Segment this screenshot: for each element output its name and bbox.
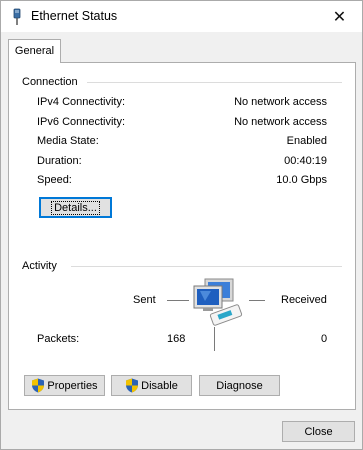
ipv6-value: No network access <box>234 116 327 128</box>
ipv6-label: IPv6 Connectivity: <box>37 116 126 128</box>
close-button-label: Close <box>304 425 333 438</box>
diagnose-button[interactable]: Diagnose <box>199 375 280 396</box>
duration-label: Duration: <box>37 155 82 167</box>
general-panel: Connection IPv4 Connectivity: No network… <box>8 62 356 410</box>
window-close-button[interactable]: ✕ <box>317 1 362 32</box>
window-title: Ethernet Status <box>31 9 118 23</box>
speed-label: Speed: <box>37 174 72 186</box>
details-button[interactable]: Details... <box>39 197 112 218</box>
received-line <box>249 300 265 301</box>
tab-general-label: General <box>14 45 55 57</box>
media-state-value: Enabled <box>286 135 327 147</box>
details-button-label: Details... <box>51 200 100 215</box>
network-adapter-icon <box>13 8 21 25</box>
duration-value: 00:40:19 <box>284 155 327 167</box>
ipv4-value: No network access <box>234 96 327 108</box>
connection-group-title: Connection <box>22 76 82 88</box>
received-label: Received <box>281 294 327 306</box>
ipv4-label: IPv4 Connectivity: <box>37 96 126 108</box>
disable-button-label: Disable <box>141 379 178 392</box>
network-computers-icon <box>193 278 243 326</box>
diagnose-button-label: Diagnose <box>216 379 263 392</box>
properties-button[interactable]: Properties <box>24 375 105 396</box>
uac-shield-icon <box>126 378 139 393</box>
title-bar: Ethernet Status ✕ <box>1 1 362 32</box>
media-state-label: Media State: <box>37 135 99 147</box>
properties-button-label: Properties <box>47 379 98 392</box>
speed-value: 10.0 Gbps <box>276 174 327 186</box>
activity-divider-vertical <box>214 327 215 351</box>
tab-general[interactable]: General <box>8 39 61 63</box>
sent-label: Sent <box>133 294 156 306</box>
connection-divider <box>87 82 342 83</box>
activity-group-title: Activity <box>22 260 61 272</box>
activity-divider <box>71 266 342 267</box>
packets-sent-value: 168 <box>167 333 186 345</box>
ethernet-status-window: Ethernet Status ✕ General Connection IPv… <box>0 0 363 450</box>
close-button[interactable]: Close <box>282 421 355 442</box>
packets-received-value: 0 <box>321 333 328 345</box>
disable-button[interactable]: Disable <box>111 375 192 396</box>
sent-line <box>167 300 189 301</box>
packets-label: Packets: <box>37 333 80 345</box>
close-icon: ✕ <box>332 8 347 26</box>
uac-shield-icon <box>32 378 45 393</box>
